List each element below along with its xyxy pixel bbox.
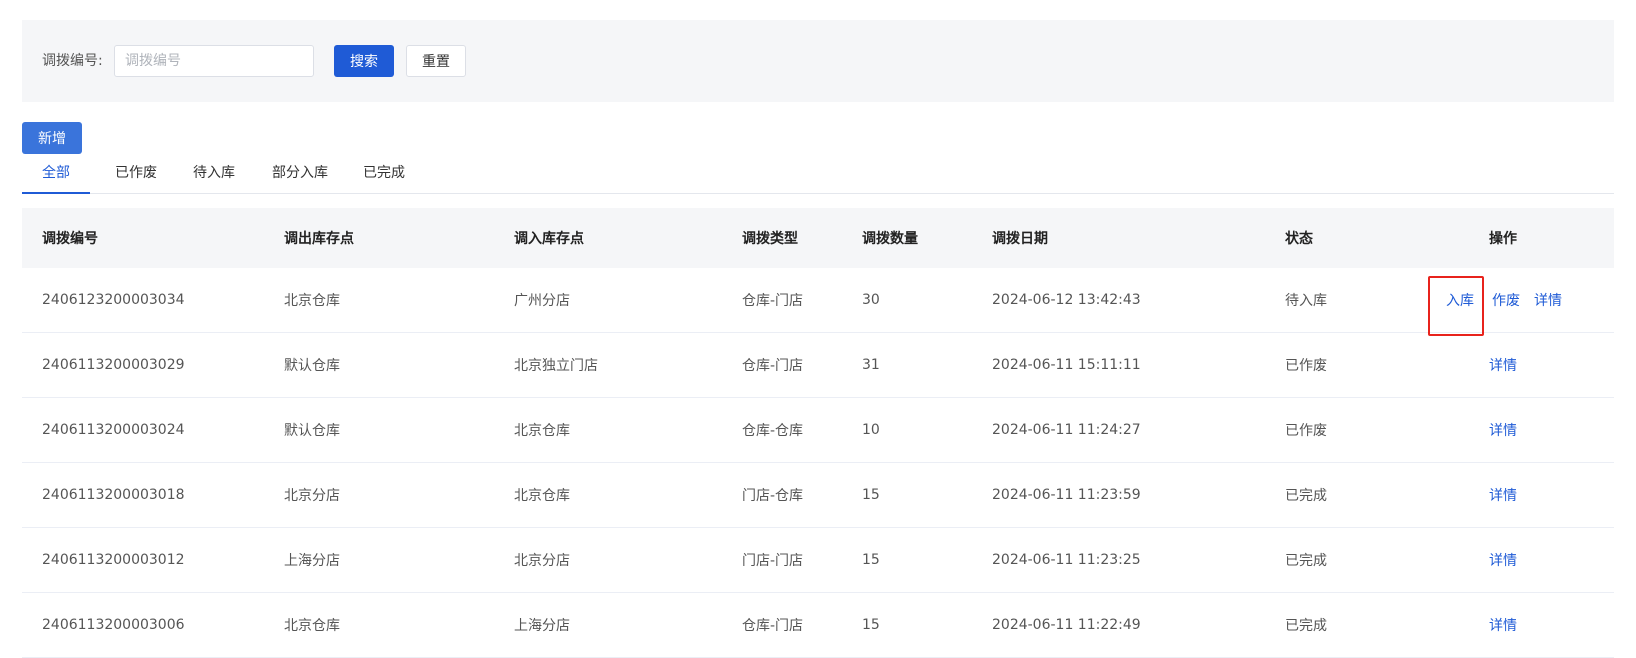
table-row: 2406123200003034 北京仓库 广州分店 仓库-门店 30 2024… [22,268,1614,336]
cell-from-location: 北京仓库 [284,293,340,309]
cell-transfer-no: 2406113200003006 [42,617,185,633]
tab-completed[interactable]: 已完成 [354,160,414,194]
search-button[interactable]: 搜索 [334,45,394,77]
search-panel: 调拨编号: 搜索 重置 [22,20,1614,102]
tab-voided[interactable]: 已作废 [106,160,166,194]
detail-link[interactable]: 详情 [1489,615,1517,635]
row-actions: 详情 [1489,463,1517,527]
cell-to-location: 北京仓库 [514,488,570,504]
transfer-no-input[interactable] [114,45,314,77]
detail-link[interactable]: 详情 [1489,420,1517,440]
cell-transfer-type: 仓库-仓库 [742,423,804,439]
cell-status: 已作废 [1285,358,1327,374]
cell-transfer-date: 2024-06-11 11:22:49 [992,617,1141,633]
detail-link[interactable]: 详情 [1489,355,1517,375]
cell-transfer-no: 2406113200003029 [42,357,185,373]
table-row: 2406113200003024 默认仓库 北京仓库 仓库-仓库 10 2024… [22,398,1614,463]
status-tabs: 全部 已作废 待入库 部分入库 已完成 [22,160,1614,194]
cell-transfer-no: 2406113200003024 [42,422,185,438]
cell-transfer-qty: 30 [862,292,880,308]
table-header: 调拨编号 调出库存点 调入库存点 调拨类型 调拨数量 调拨日期 状态 操作 [22,208,1614,268]
tab-partial-inbound[interactable]: 部分入库 [262,160,338,194]
header-transfer-date: 调拨日期 [992,231,1048,247]
cell-from-location: 默认仓库 [284,358,340,374]
cell-transfer-date: 2024-06-11 11:24:27 [992,422,1141,438]
cell-transfer-date: 2024-06-11 11:23:25 [992,552,1141,568]
cell-transfer-no: 2406123200003034 [42,292,185,308]
cell-status: 待入库 [1285,293,1327,309]
transfer-table: 调拨编号 调出库存点 调入库存点 调拨类型 调拨数量 调拨日期 状态 操作 24… [22,208,1614,658]
row-actions: 详情 [1489,398,1517,462]
cell-status: 已作废 [1285,423,1327,439]
header-to-location: 调入库存点 [514,231,584,247]
header-from-location: 调出库存点 [284,231,354,247]
table-row: 2406113200003006 北京仓库 上海分店 仓库-门店 15 2024… [22,593,1614,658]
cell-transfer-no: 2406113200003012 [42,552,185,568]
header-status: 状态 [1285,231,1313,247]
row-actions-2: 作废 [1492,268,1520,332]
add-button[interactable]: 新增 [22,122,82,154]
cell-status: 已完成 [1285,618,1327,634]
row-actions: 入库 [1446,268,1474,332]
table-row: 2406113200003018 北京分店 北京仓库 门店-仓库 15 2024… [22,463,1614,528]
detail-link[interactable]: 详情 [1534,290,1562,310]
detail-link[interactable]: 详情 [1489,485,1517,505]
table-row: 2406113200003012 上海分店 北京分店 门店-门店 15 2024… [22,528,1614,593]
detail-link[interactable]: 详情 [1489,550,1517,570]
cell-from-location: 上海分店 [284,553,340,569]
cell-transfer-date: 2024-06-11 15:11:11 [992,357,1141,373]
cell-transfer-type: 仓库-门店 [742,618,804,634]
row-actions: 详情 [1489,593,1517,657]
cell-transfer-qty: 10 [862,422,880,438]
reset-button[interactable]: 重置 [406,45,466,77]
cell-transfer-date: 2024-06-11 11:23:59 [992,487,1141,503]
header-transfer-no: 调拨编号 [42,231,98,247]
cell-transfer-type: 仓库-门店 [742,358,804,374]
table-row: 2406113200003029 默认仓库 北京独立门店 仓库-门店 31 20… [22,333,1614,398]
cell-from-location: 北京仓库 [284,618,340,634]
inbound-link[interactable]: 入库 [1446,290,1474,310]
cell-to-location: 北京独立门店 [514,358,598,374]
cell-transfer-qty: 15 [862,617,880,633]
void-link[interactable]: 作废 [1492,290,1520,310]
header-transfer-type: 调拨类型 [742,231,798,247]
transfer-no-label: 调拨编号: [42,53,103,69]
header-transfer-qty: 调拨数量 [862,231,918,247]
cell-transfer-type: 仓库-门店 [742,293,804,309]
cell-from-location: 北京分店 [284,488,340,504]
cell-status: 已完成 [1285,553,1327,569]
active-tab-indicator [22,192,90,194]
cell-transfer-no: 2406113200003018 [42,487,185,503]
cell-to-location: 上海分店 [514,618,570,634]
row-actions-3: 详情 [1534,268,1562,332]
cell-transfer-qty: 15 [862,552,880,568]
tab-pending-inbound[interactable]: 待入库 [184,160,244,194]
cell-to-location: 北京分店 [514,553,570,569]
cell-transfer-type: 门店-门店 [742,553,804,569]
cell-from-location: 默认仓库 [284,423,340,439]
cell-status: 已完成 [1285,488,1327,504]
cell-transfer-date: 2024-06-12 13:42:43 [992,292,1141,308]
cell-to-location: 广州分店 [514,293,570,309]
cell-transfer-qty: 15 [862,487,880,503]
cell-to-location: 北京仓库 [514,423,570,439]
tab-all[interactable]: 全部 [22,160,90,194]
header-actions: 操作 [1489,231,1517,247]
cell-transfer-type: 门店-仓库 [742,488,804,504]
row-actions: 详情 [1489,528,1517,592]
cell-transfer-qty: 31 [862,357,880,373]
row-actions: 详情 [1489,333,1517,397]
